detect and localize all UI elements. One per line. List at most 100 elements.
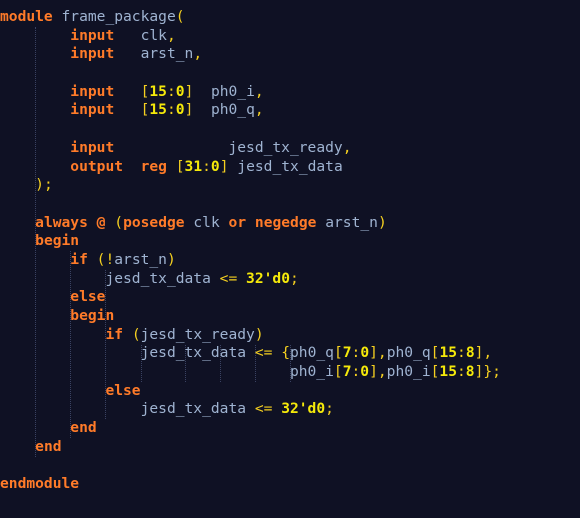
code-token: output <box>70 157 124 175</box>
code-token: input <box>70 82 115 100</box>
code-line[interactable]: ph0_i[7:0],ph0_i[15:8]}; <box>0 363 580 382</box>
code-token: , <box>377 344 387 362</box>
code-token: ; <box>289 269 299 287</box>
code-line[interactable]: always @ (posedge clk or negedge arst_n) <box>0 214 580 233</box>
code-line[interactable] <box>0 120 580 139</box>
code-token: : <box>202 157 211 175</box>
code-token: jesd_tx_data <box>237 157 343 175</box>
code-line[interactable]: input jesd_tx_ready, <box>0 139 580 158</box>
code-token: 31 <box>184 157 203 175</box>
code-token: ) <box>377 213 387 231</box>
code-line[interactable]: module frame_package( <box>0 8 580 27</box>
code-line[interactable]: end <box>0 438 580 457</box>
code-token: jesd_tx_data <box>105 269 211 287</box>
code-token: if <box>70 250 88 268</box>
code-token: 32'd0 <box>246 269 290 287</box>
code-token: else <box>105 381 141 399</box>
code-line[interactable]: end <box>0 419 580 438</box>
code-line[interactable]: input arst_n, <box>0 45 580 64</box>
code-token: module <box>0 8 53 25</box>
code-token: arst_n <box>114 250 167 268</box>
code-token: jesd_tx_data <box>140 400 247 418</box>
code-editor-pane[interactable]: module frame_package( input clk, input a… <box>0 0 580 518</box>
code-token: 8 <box>465 363 475 381</box>
code-token: 0 <box>360 344 370 362</box>
code-line[interactable]: output reg [31:0] jesd_tx_data <box>0 158 580 177</box>
code-line[interactable]: jesd_tx_data <= 32'd0; <box>0 270 580 289</box>
code-token: arst_n <box>140 45 194 63</box>
code-token: <= <box>254 344 273 362</box>
code-token: 15 <box>439 344 458 362</box>
code-line[interactable]: jesd_tx_data <= 32'd0; <box>0 400 580 419</box>
code-token: [ <box>333 344 343 362</box>
code-line[interactable] <box>0 195 580 214</box>
code-token: <= <box>254 400 273 418</box>
code-token: ph0_q <box>290 344 334 362</box>
code-line[interactable]: jesd_tx_data <= {ph0_q[7:0],ph0_q[15:8], <box>0 344 580 363</box>
code-token: always <box>35 213 88 231</box>
code-token: ( <box>114 213 124 231</box>
code-token: [ <box>175 157 185 175</box>
code-line[interactable] <box>0 457 580 476</box>
code-token: ( <box>131 325 141 343</box>
code-token: begin <box>70 307 115 324</box>
code-token: : <box>166 101 176 119</box>
code-line[interactable]: begin <box>0 232 580 251</box>
code-token: ; <box>325 400 334 418</box>
code-token: ) <box>166 250 176 268</box>
code-token: 7 <box>342 344 352 362</box>
code-token: : <box>456 363 466 381</box>
code-line[interactable]: ); <box>0 176 580 195</box>
code-line[interactable]: input [15:0] ph0_i, <box>0 83 580 102</box>
code-token: if <box>105 325 124 343</box>
code-line[interactable]: input [15:0] ph0_q, <box>0 101 580 120</box>
code-token: jesd_tx_data <box>140 344 247 362</box>
code-token: posedge <box>123 213 185 231</box>
code-token: 0 <box>210 157 220 175</box>
code-token: 0 <box>175 101 185 119</box>
code-line[interactable]: if (jesd_tx_ready) <box>0 326 580 345</box>
code-token: ] <box>369 344 378 362</box>
source-code-block[interactable]: module frame_package( input clk, input a… <box>0 0 580 494</box>
code-token: input <box>70 45 115 63</box>
code-token: ); <box>35 176 53 194</box>
code-line[interactable]: else <box>0 382 580 401</box>
code-token: ) <box>254 325 264 343</box>
code-token: : <box>351 344 361 362</box>
code-line[interactable]: begin <box>0 307 580 326</box>
code-line[interactable]: input clk, <box>0 27 580 46</box>
code-line[interactable]: else <box>0 288 580 307</box>
code-line[interactable]: if (!arst_n) <box>0 251 580 270</box>
code-line[interactable]: endmodule <box>0 475 580 494</box>
code-token: : <box>457 344 466 362</box>
code-token: { <box>281 344 290 362</box>
code-token: , <box>254 82 264 100</box>
code-token: ph0_i <box>210 82 255 100</box>
code-line[interactable] <box>0 64 580 83</box>
code-token: 8 <box>465 344 475 362</box>
